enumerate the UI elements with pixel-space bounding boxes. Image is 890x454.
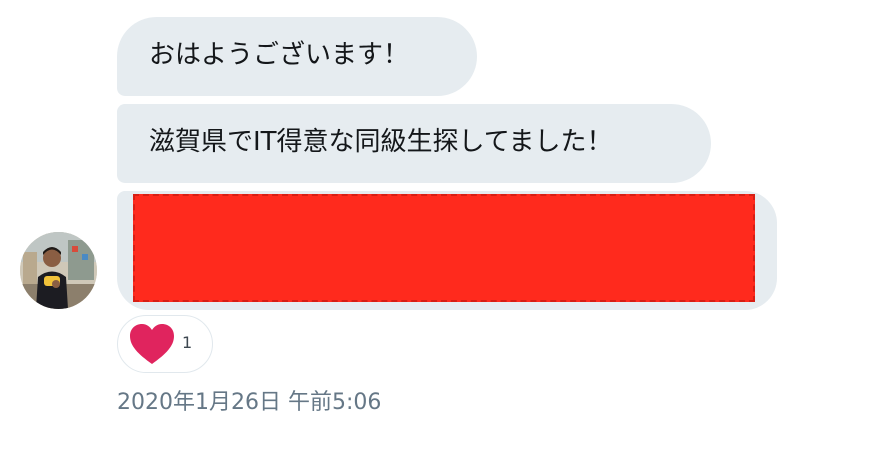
redacted-content [133, 194, 755, 302]
message-bubble-redacted[interactable] [117, 191, 777, 310]
message-bubble-greeting[interactable]: おはようございます！ [117, 17, 477, 96]
heart-icon [130, 324, 174, 364]
conversation-thread: おはようございます！ 滋賀県でIT得意な同級生探してました！ 1 2020年1月… [0, 0, 890, 454]
message-text-search: 滋賀県でIT得意な同級生探してました！ [149, 127, 613, 157]
avatar[interactable] [20, 232, 97, 309]
message-timestamp: 2020年1月26日 午前5:06 [117, 390, 382, 415]
message-text-greeting: おはようございます！ [149, 40, 410, 70]
message-bubble-search[interactable]: 滋賀県でIT得意な同級生探してました！ [117, 104, 711, 183]
reaction-pill[interactable]: 1 [117, 315, 213, 373]
reaction-count: 1 [182, 333, 193, 352]
avatar-photo [20, 232, 97, 309]
